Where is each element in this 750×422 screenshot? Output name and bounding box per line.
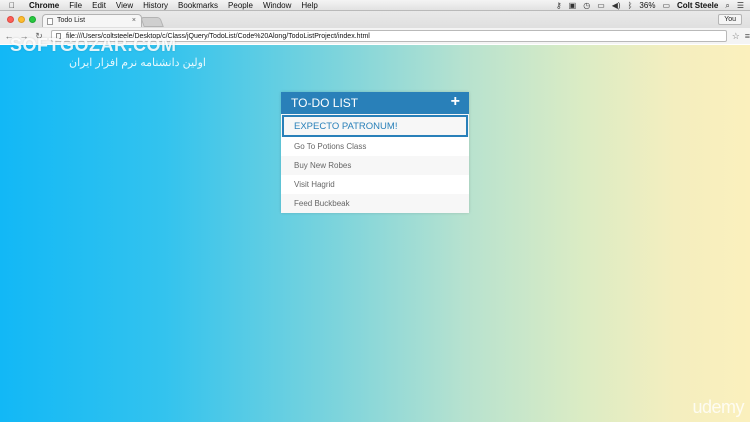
menubar-user[interactable]: Colt Steele (677, 0, 718, 11)
bluetooth-icon[interactable]: ᛒ (628, 0, 633, 11)
key-icon[interactable]: ⚷ (556, 0, 562, 11)
volume-icon[interactable]: ◀) (612, 0, 621, 11)
window-close-button[interactable] (7, 16, 14, 23)
udemy-logo: udemy (692, 397, 744, 417)
window-maximize-button[interactable] (29, 16, 36, 23)
search-icon[interactable]: ⌕ (725, 0, 729, 11)
menu-app[interactable]: Chrome (24, 0, 64, 11)
menu-help[interactable]: Help (296, 0, 322, 11)
todo-item[interactable]: Go To Potions Class (281, 137, 469, 156)
screen-icon[interactable]: ▣ (569, 0, 577, 11)
airplay-icon[interactable]: ▭ (597, 0, 605, 11)
todo-title: TO-DO LIST (291, 96, 359, 110)
apple-icon[interactable]:  (0, 0, 24, 11)
menu-history[interactable]: History (138, 0, 173, 11)
new-tab-button[interactable] (140, 17, 164, 27)
menubar-tray: ⚷ ▣ ◷ ▭ ◀) ᛒ 36% ▭ Colt Steele ⌕ ☰ (556, 0, 750, 11)
window-minimize-button[interactable] (18, 16, 25, 23)
watermark-subtitle: اولین دانشنامه نرم افزار ایران (69, 57, 206, 69)
profile-button[interactable]: You (718, 14, 742, 25)
menu-icon[interactable]: ≡ (745, 31, 750, 41)
todo-item[interactable]: Feed Buckbeak (281, 194, 469, 213)
menu-edit[interactable]: Edit (87, 0, 111, 11)
watermark: SOFTGOZAR.COM اولین دانشنامه نرم افزار ا… (10, 35, 206, 69)
tab-close-icon[interactable]: × (132, 15, 136, 27)
menu-window[interactable]: Window (258, 0, 296, 11)
timemachine-icon[interactable]: ◷ (583, 0, 590, 11)
battery-percent[interactable]: 36% (639, 0, 655, 11)
menu-file[interactable]: File (64, 0, 87, 11)
menu-view[interactable]: View (111, 0, 138, 11)
todo-header: TO-DO LIST + (281, 92, 469, 114)
tab-title: Todo List (57, 17, 86, 24)
watermark-title: SOFTGOZAR.COM (10, 35, 177, 55)
todo-item[interactable]: Visit Hagrid (281, 175, 469, 194)
bookmark-star-icon[interactable]: ☆ (732, 31, 740, 42)
todo-item[interactable]: Buy New Robes (281, 156, 469, 175)
os-menubar:  Chrome File Edit View History Bookmark… (0, 0, 750, 11)
plus-icon[interactable]: + (451, 92, 460, 112)
page-viewport: SOFTGOZAR.COM اولین دانشنامه نرم افزار ا… (0, 35, 750, 422)
menu-bookmarks[interactable]: Bookmarks (173, 0, 223, 11)
new-todo-input[interactable] (282, 115, 468, 137)
todo-container: TO-DO LIST + Go To Potions Class Buy New… (281, 92, 469, 213)
page-icon (47, 18, 53, 25)
battery-icon[interactable]: ▭ (662, 0, 670, 11)
todo-list: Go To Potions Class Buy New Robes Visit … (281, 137, 469, 213)
notification-icon[interactable]: ☰ (737, 0, 744, 11)
menu-people[interactable]: People (223, 0, 258, 11)
window-controls (7, 16, 36, 23)
browser-tab[interactable]: Todo List × (42, 14, 142, 27)
